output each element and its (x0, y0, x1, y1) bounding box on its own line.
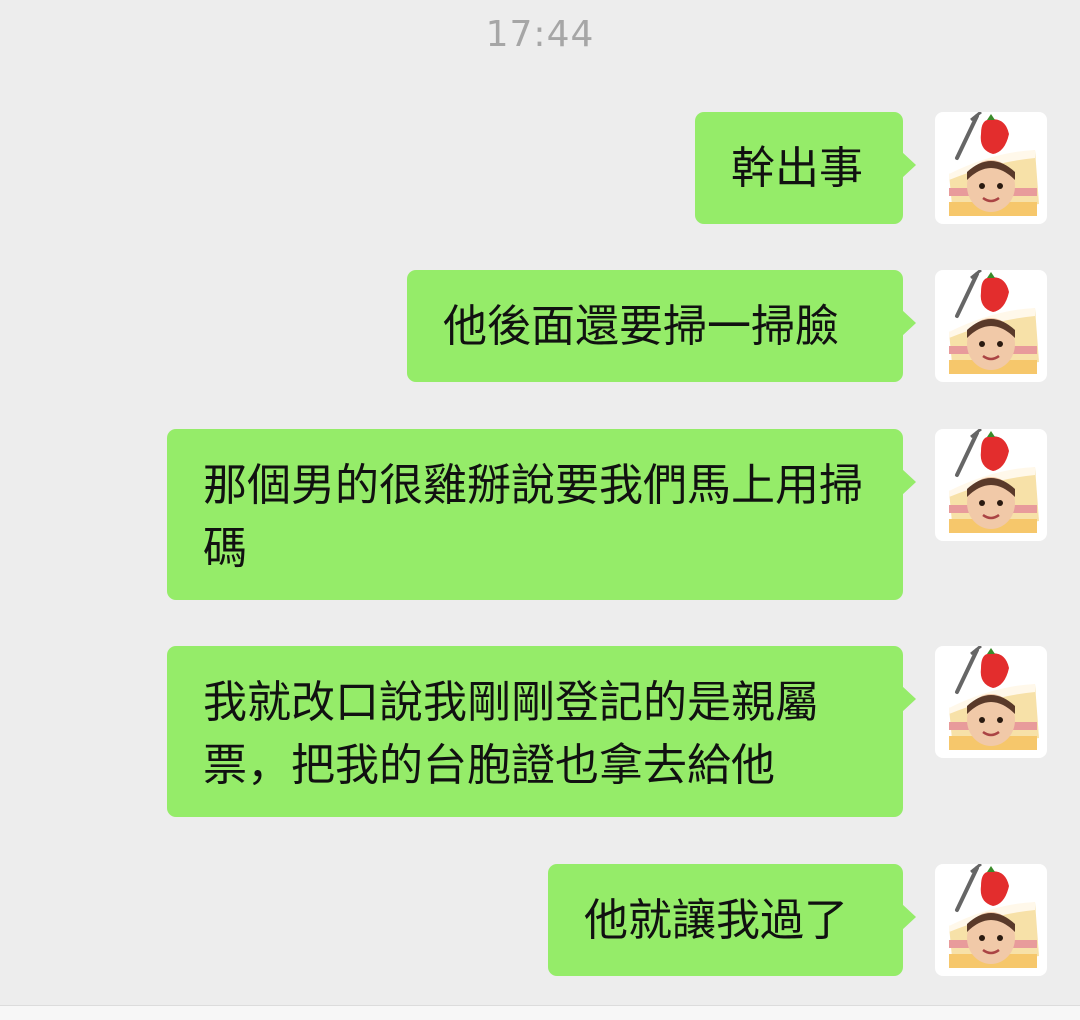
chat-timestamp: 17:44 (485, 14, 595, 55)
cake-avatar-icon[interactable] (935, 646, 1047, 758)
message-bubble[interactable]: 我就改口說我剛剛登記的是親屬票，把我的台胞證也拿去給他 (167, 646, 916, 817)
cake-avatar-icon[interactable] (935, 429, 1047, 541)
message-bubble[interactable]: 幹出事 (695, 112, 916, 224)
cake-avatar-icon[interactable] (935, 270, 1047, 382)
message-bubble[interactable]: 他後面還要掃一掃臉 (407, 270, 916, 382)
message-bubble[interactable]: 那個男的很雞掰說要我們馬上用掃碼 (167, 429, 916, 600)
message-bubble[interactable]: 他就讓我過了 (548, 864, 916, 976)
cake-avatar-icon[interactable] (935, 864, 1047, 976)
cake-avatar-icon[interactable] (935, 112, 1047, 224)
input-bar-edge (0, 1005, 1080, 1020)
